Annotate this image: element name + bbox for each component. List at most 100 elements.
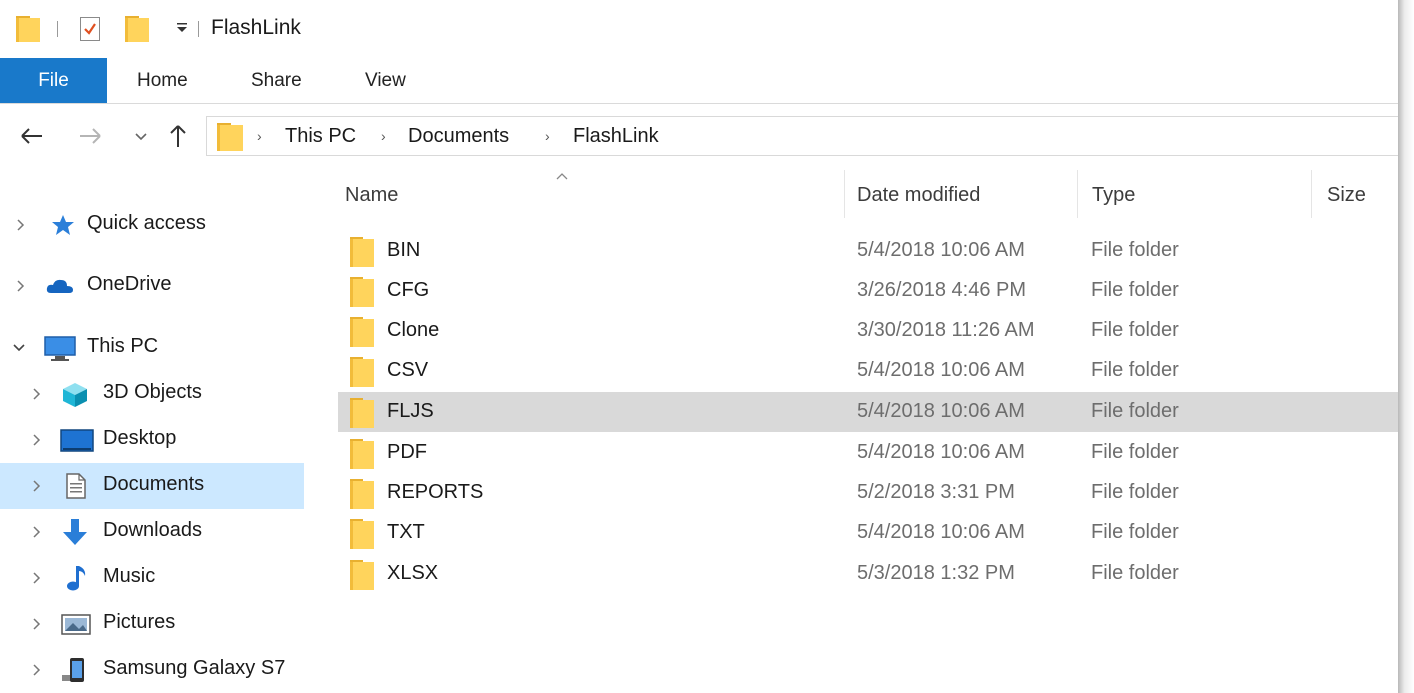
file-date-modified: 5/3/2018 1:32 PM [857, 562, 1015, 584]
address-bar[interactable]: › This PC › Documents › FlashLink [206, 116, 1398, 156]
properties-icon[interactable] [80, 17, 100, 41]
title-bar: FlashLink [0, 0, 1398, 58]
nav-label: Downloads [103, 519, 202, 541]
chevron-right-icon[interactable] [28, 523, 46, 541]
file-type: File folder [1091, 521, 1179, 543]
table-row[interactable]: REPORTS 5/2/2018 3:31 PM File folder [338, 473, 1398, 513]
back-arrow-icon[interactable] [18, 121, 46, 151]
file-explorer-window: FlashLink File Home Share View › This PC… [0, 0, 1398, 693]
nav-label: 3D Objects [103, 381, 202, 403]
chevron-right-icon[interactable] [28, 431, 46, 449]
table-row[interactable]: XLSX 5/3/2018 1:32 PM File folder [338, 554, 1398, 594]
nav-item-desktop[interactable]: Desktop [0, 417, 304, 463]
breadcrumb-chevron-icon[interactable]: › [381, 128, 386, 144]
table-row[interactable]: PDF 5/4/2018 10:06 AM File folder [338, 433, 1398, 473]
nav-item-3d-objects[interactable]: 3D Objects [0, 371, 304, 417]
nav-item-onedrive[interactable]: OneDrive [0, 263, 304, 309]
column-divider[interactable] [844, 170, 845, 218]
file-date-modified: 5/4/2018 10:06 AM [857, 359, 1025, 381]
table-row[interactable]: TXT 5/4/2018 10:06 AM File folder [338, 513, 1398, 553]
breadcrumb-chevron-icon[interactable]: › [545, 128, 550, 144]
column-divider[interactable] [1311, 170, 1312, 218]
table-row[interactable]: Clone 3/30/2018 11:26 AM File folder [338, 311, 1398, 351]
folder-icon [350, 398, 374, 428]
file-name: FLJS [387, 400, 434, 422]
table-row[interactable]: BIN 5/4/2018 10:06 AM File folder [338, 231, 1398, 271]
nav-item-downloads[interactable]: Downloads [0, 509, 304, 555]
column-header-size[interactable]: Size [1327, 184, 1366, 207]
chevron-right-icon[interactable] [28, 385, 46, 403]
file-date-modified: 5/2/2018 3:31 PM [857, 481, 1015, 503]
file-type: File folder [1091, 239, 1179, 261]
column-header-type[interactable]: Type [1092, 184, 1135, 207]
table-row[interactable]: CFG 3/26/2018 4:46 PM File folder [338, 271, 1398, 311]
file-name: CFG [387, 279, 430, 301]
breadcrumb-documents[interactable]: Documents [408, 125, 509, 148]
file-date-modified: 3/30/2018 11:26 AM [857, 319, 1035, 341]
file-type: File folder [1091, 441, 1179, 463]
file-type: File folder [1091, 400, 1179, 422]
chevron-right-icon[interactable] [28, 661, 46, 679]
nav-item-this-pc[interactable]: This PC [0, 325, 304, 371]
up-arrow-icon[interactable] [164, 121, 192, 151]
recent-locations-chevron-icon[interactable] [132, 121, 150, 151]
breadcrumb-flashlink[interactable]: FlashLink [573, 125, 659, 148]
cloud-icon [45, 271, 75, 301]
new-folder-icon[interactable] [125, 16, 149, 42]
phone-icon [60, 655, 90, 685]
column-divider[interactable] [1077, 170, 1078, 218]
breadcrumb-this-pc[interactable]: This PC [285, 125, 356, 148]
chevron-right-icon[interactable] [28, 615, 46, 633]
navigation-bar: › This PC › Documents › FlashLink [0, 104, 1398, 168]
nav-label: Music [103, 565, 156, 587]
chevron-down-icon[interactable] [10, 339, 28, 357]
folder-icon [16, 16, 40, 42]
nav-item-quick-access[interactable]: Quick access [0, 202, 304, 248]
nav-item-music[interactable]: Music [0, 555, 304, 601]
chevron-right-icon[interactable] [28, 569, 46, 587]
tab-share[interactable]: Share [251, 58, 302, 103]
nav-label: Samsung Galaxy S7 [103, 657, 286, 679]
folder-icon [350, 479, 374, 509]
desktop-icon [60, 425, 94, 455]
file-name: PDF [387, 441, 427, 463]
table-row[interactable]: CSV 5/4/2018 10:06 AM File folder [338, 351, 1398, 391]
nav-label: This PC [87, 335, 159, 357]
file-name: Clone [387, 319, 440, 341]
computer-icon [43, 333, 76, 363]
nav-item-pictures[interactable]: Pictures [0, 601, 304, 647]
folder-icon [350, 237, 374, 267]
nav-label: Pictures [103, 611, 176, 633]
chevron-right-icon[interactable] [12, 277, 30, 295]
chevron-right-icon[interactable] [12, 216, 30, 234]
nav-item-samsung-galaxy-s7[interactable]: Samsung Galaxy S7 [0, 647, 304, 693]
nav-item-documents[interactable]: Documents [0, 463, 304, 509]
file-name: REPORTS [387, 481, 484, 503]
file-name: CSV [387, 359, 429, 381]
file-date-modified: 3/26/2018 4:46 PM [857, 279, 1027, 301]
column-header-name[interactable]: Name [345, 184, 398, 207]
file-list: Name Date modified Type Size BIN 5/4/201… [312, 168, 1398, 693]
file-type: File folder [1091, 562, 1179, 584]
tab-home[interactable]: Home [137, 58, 188, 103]
toolbar-separator [57, 21, 58, 37]
folder-icon [350, 439, 374, 469]
customize-toolbar-dropdown-icon[interactable] [175, 20, 189, 34]
column-header-date-modified[interactable]: Date modified [857, 184, 980, 207]
forward-arrow-icon[interactable] [76, 121, 104, 151]
ribbon-tabs: File Home Share View [0, 58, 1398, 104]
music-note-icon [64, 563, 94, 593]
table-row[interactable]: FLJS 5/4/2018 10:06 AM File folder [338, 392, 1398, 432]
file-name: BIN [387, 239, 421, 261]
cube-icon [60, 379, 90, 409]
chevron-right-icon[interactable] [28, 477, 46, 495]
breadcrumb-chevron-icon[interactable]: › [257, 128, 262, 144]
file-type: File folder [1091, 279, 1179, 301]
tab-file[interactable]: File [0, 58, 107, 103]
toolbar-separator [198, 21, 199, 37]
folder-icon [217, 123, 243, 151]
file-name: XLSX [387, 562, 439, 584]
sort-ascending-icon [555, 168, 569, 180]
tab-view[interactable]: View [365, 58, 406, 103]
file-date-modified: 5/4/2018 10:06 AM [857, 239, 1025, 261]
